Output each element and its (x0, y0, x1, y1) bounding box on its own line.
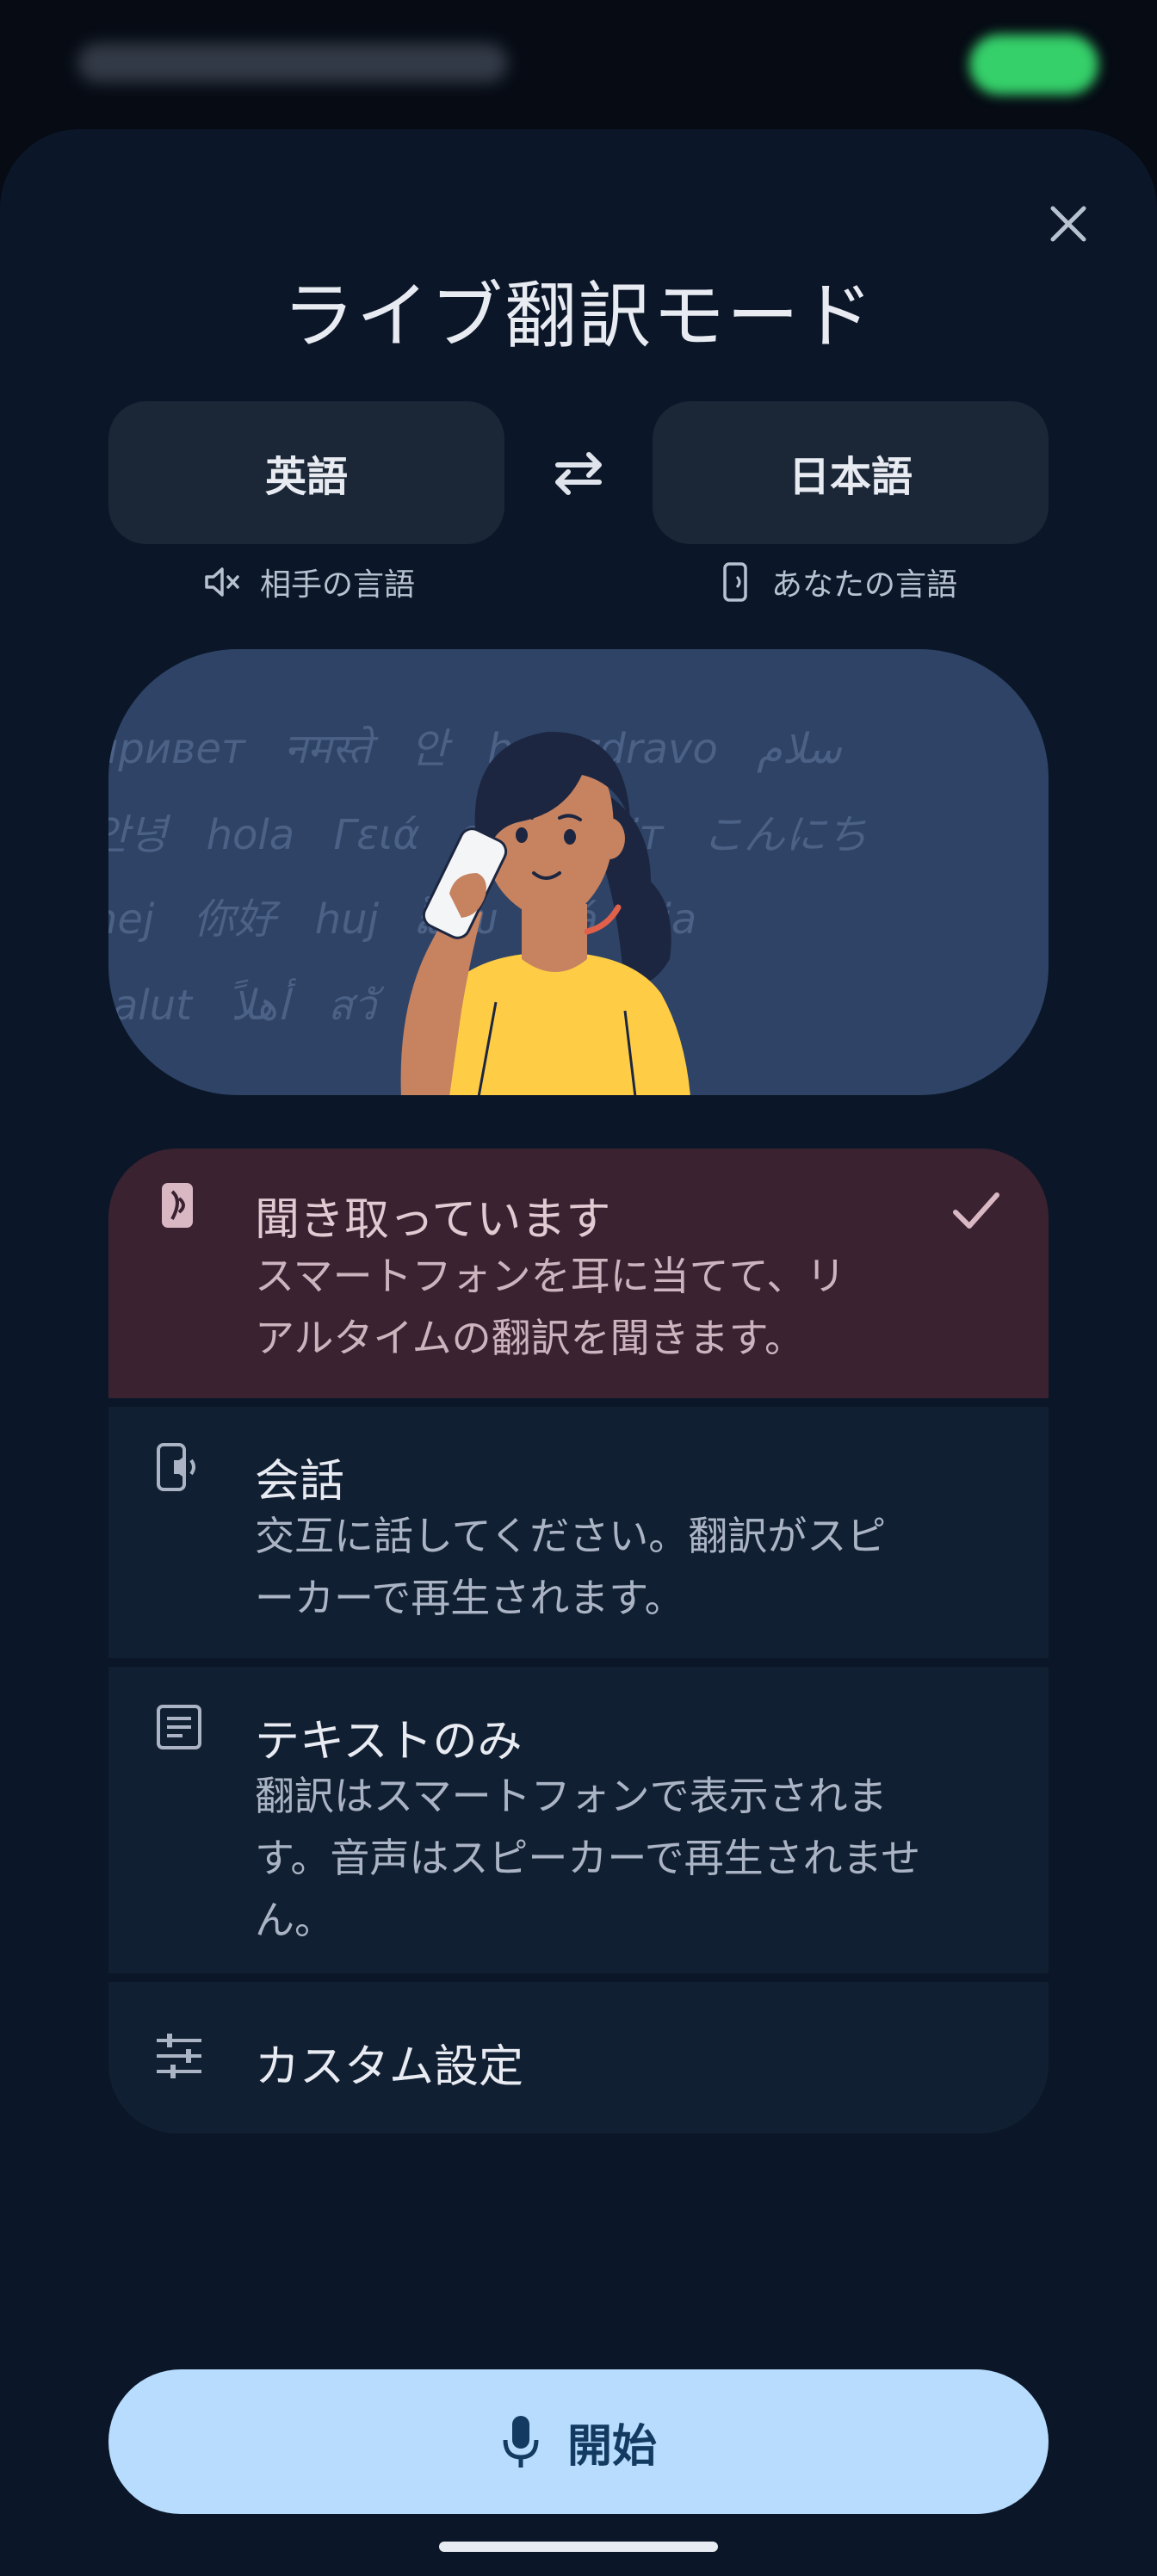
mode-title: テキストのみ (255, 1716, 523, 1768)
close-icon (1050, 206, 1086, 242)
mode-option-conversation[interactable]: 会話 交互に話してください。翻訳がスピ ーカーで再生されます。 (108, 1407, 1049, 1658)
mode-description-line: ん。 (255, 1897, 334, 1943)
woman-on-phone-figure (400, 731, 690, 1095)
other-language-caption: 相手の言語 (260, 567, 416, 603)
swap-arrows-icon (555, 452, 602, 495)
phone-speaker-icon (157, 1443, 195, 1491)
mode-title: カスタム設定 (255, 2041, 524, 2093)
other-language-button[interactable]: 英語 (108, 401, 504, 544)
self-language-button[interactable]: 日本語 (653, 401, 1049, 544)
start-button-label: 開始 (566, 2420, 657, 2473)
mic-icon (503, 2416, 539, 2468)
start-button[interactable]: 開始 (108, 2369, 1049, 2514)
mode-option-custom[interactable]: カスタム設定 (108, 1982, 1049, 2133)
other-language-caption-row: 相手の言語 (203, 558, 415, 606)
swap-languages-button[interactable] (544, 441, 613, 506)
text-document-icon (157, 1705, 201, 1749)
phone-speaker-icon (723, 562, 747, 602)
mode-description: 翻訳はスマートフォンで表示されま す。音声はスピーカーで再生されませ ん。 (255, 1765, 961, 1951)
self-language-caption-row: あなたの言語 (721, 558, 957, 606)
phone-call-illustration: привет नमस्ते 안 ha zdravo سلام 안녕 hola Γ… (108, 649, 1049, 1095)
mode-description-line: ーカーで再生されます。 (255, 1575, 684, 1621)
mode-title: 聞き取っています (255, 1194, 611, 1246)
self-language-label: 日本語 (788, 453, 913, 501)
blurred-status-icons (77, 43, 508, 83)
mode-title: 会話 (255, 1456, 345, 1508)
mode-description: スマートフォンを耳に当てて、リ アルタイムの翻訳を聞きます。 (255, 1245, 961, 1369)
mode-description: 交互に話してください。翻訳がスピ ーカーで再生されます。 (255, 1505, 961, 1629)
dialog-title: ライブ翻訳モード (282, 274, 875, 358)
check-icon (953, 1192, 999, 1229)
close-button[interactable] (1036, 191, 1101, 257)
battery-icon (969, 34, 1098, 95)
mode-option-listening[interactable]: 聞き取っています スマートフォンを耳に当てて、リ アルタイムの翻訳を聞きます。 (108, 1149, 1049, 1398)
status-bar (0, 0, 1157, 129)
mode-description-line: 翻訳はスマートフォンで表示されま (255, 1773, 888, 1819)
home-indicator[interactable] (439, 2542, 718, 2552)
phone-ear-icon (162, 1183, 193, 1228)
speaker-mute-icon (205, 567, 239, 597)
other-language-label: 英語 (264, 453, 348, 501)
mode-description-line: 交互に話してください。翻訳がスピ (255, 1513, 887, 1559)
mode-description-line: す。音声はスピーカーで再生されませ (255, 1835, 921, 1881)
self-language-caption: あなたの言語 (771, 567, 958, 603)
mode-description-line: アルタイムの翻訳を聞きます。 (255, 1315, 805, 1361)
mode-list: 聞き取っています スマートフォンを耳に当てて、リ アルタイムの翻訳を聞きます。 … (108, 1149, 1049, 2133)
sliders-icon (157, 2034, 201, 2078)
mode-description-line: スマートフォンを耳に当てて、リ (255, 1253, 846, 1299)
mode-option-text-only[interactable]: テキストのみ 翻訳はスマートフォンで表示されま す。音声はスピーカーで再生されま… (108, 1667, 1049, 1973)
